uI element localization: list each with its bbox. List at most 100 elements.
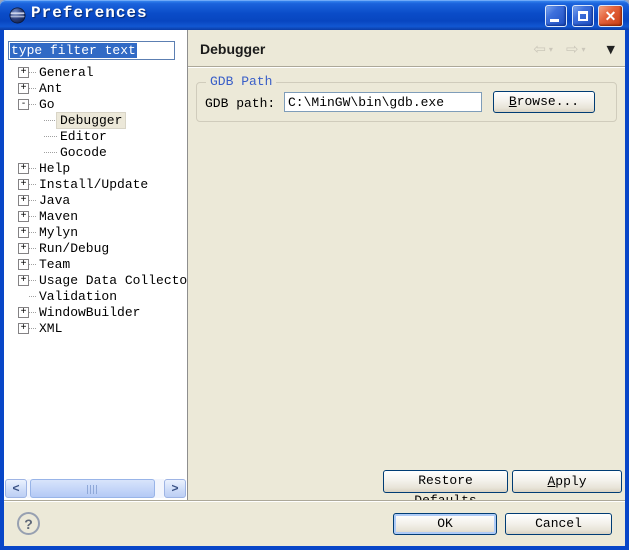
expand-icon[interactable]: +	[18, 83, 29, 94]
group-title: GDB Path	[206, 74, 276, 90]
browse-button[interactable]: Browse...	[493, 91, 595, 113]
nav-forward-icon[interactable]: ⇨	[566, 41, 579, 57]
tree-item-label: Debugger	[57, 113, 125, 128]
tree-item-label: Team	[36, 257, 73, 272]
tree-item-label: WindowBuilder	[36, 305, 143, 320]
scrollbar-thumb[interactable]	[30, 479, 155, 498]
nav-back-icon[interactable]: ⇦	[533, 41, 546, 57]
eclipse-logo-icon	[9, 7, 26, 24]
tree-item-label: Install/Update	[36, 177, 151, 192]
tree-connector	[29, 104, 36, 105]
expand-icon[interactable]: +	[18, 243, 29, 254]
tree-item-label: General	[36, 65, 97, 80]
tree-item-label: Mylyn	[36, 225, 81, 240]
tree-item-xml[interactable]: + XML	[4, 320, 187, 336]
title-bar[interactable]: Preferences ✕	[0, 0, 629, 30]
tree-connector	[29, 296, 36, 297]
maximize-button[interactable]	[572, 5, 594, 27]
tree-item-label: XML	[36, 321, 65, 336]
tree-item-mylyn[interactable]: + Mylyn	[4, 224, 187, 240]
cancel-button[interactable]: Cancel	[505, 513, 612, 535]
expand-icon[interactable]: +	[18, 67, 29, 78]
tree-connector	[29, 280, 36, 281]
tree-connector	[29, 88, 36, 89]
horizontal-scrollbar[interactable]: < >	[5, 478, 186, 498]
tree-item-editor[interactable]: Editor	[4, 128, 187, 144]
tree-item-label: Editor	[57, 129, 110, 144]
nav-forward-dropdown-icon[interactable]: ▾	[582, 45, 586, 54]
help-icon: ?	[24, 516, 33, 532]
tree-connector	[44, 120, 57, 121]
help-button[interactable]: ?	[17, 512, 40, 535]
expand-icon[interactable]: +	[18, 275, 29, 286]
preference-page: Debugger ⇦ ▾ ⇨ ▾ ▼ GDB Path GDB path: Br…	[188, 30, 625, 500]
filter-input[interactable]: type filter text	[8, 41, 175, 60]
ok-button[interactable]: OK	[393, 513, 497, 535]
preferences-dialog: Preferences ✕ type filter text +General+…	[0, 0, 629, 550]
tree-item-maven[interactable]: + Maven	[4, 208, 187, 224]
tree-item-label: Maven	[36, 209, 81, 224]
tree-item-label: Run/Debug	[36, 241, 112, 256]
expand-icon[interactable]: +	[18, 179, 29, 190]
scrollbar-grip-icon	[87, 485, 99, 494]
scrollbar-track[interactable]	[27, 479, 164, 498]
filter-text: type filter text	[10, 43, 137, 58]
tree-item-windowbuilder[interactable]: + WindowBuilder	[4, 304, 187, 320]
tree-connector	[29, 216, 36, 217]
tree-connector	[29, 264, 36, 265]
tree-item-java[interactable]: +Java	[4, 192, 187, 208]
tree-leaf-spacer	[18, 291, 29, 302]
browse-label: rowse...	[517, 94, 579, 109]
view-menu-icon[interactable]: ▼	[607, 43, 615, 56]
dialog-button-bar: ? OK Cancel	[4, 500, 625, 546]
tree-item-label: Usage Data Collector	[36, 273, 198, 288]
expand-icon[interactable]: +	[18, 211, 29, 222]
close-button[interactable]: ✕	[598, 5, 623, 27]
apply-button[interactable]: Apply	[512, 470, 622, 493]
expand-icon[interactable]: +	[18, 195, 29, 206]
page-navigation: ⇦ ▾ ⇨ ▾ ▼	[533, 41, 615, 57]
expand-icon[interactable]: +	[18, 259, 29, 270]
tree-item-general[interactable]: + General	[4, 64, 187, 80]
expand-icon[interactable]: +	[18, 323, 29, 334]
tree-connector	[44, 136, 57, 137]
gdb-path-input[interactable]	[284, 92, 482, 112]
expand-icon[interactable]: +	[18, 227, 29, 238]
scroll-right-icon[interactable]: >	[164, 479, 186, 498]
scroll-left-icon[interactable]: <	[5, 479, 27, 498]
tree-item-usage-data-collector[interactable]: +Usage Data Collector	[4, 272, 187, 288]
tree-item-team[interactable]: + Team	[4, 256, 187, 272]
window-title: Preferences	[31, 4, 148, 22]
tree-connector	[44, 152, 57, 153]
browse-label-underline: B	[509, 94, 517, 109]
tree-item-label: Validation	[36, 289, 120, 304]
apply-label: pply	[555, 474, 586, 489]
minimize-icon	[550, 19, 559, 22]
tree-item-label: Ant	[36, 81, 65, 96]
tree-item-gocode[interactable]: Gocode	[4, 144, 187, 160]
collapse-icon[interactable]: -	[18, 99, 29, 110]
tree-item-help[interactable]: + Help	[4, 160, 187, 176]
tree-connector	[29, 328, 36, 329]
restore-label-pre: Restore	[418, 473, 473, 488]
close-icon: ✕	[605, 8, 617, 24]
tree-connector	[29, 72, 36, 73]
gdb-path-label: GDB path:	[205, 96, 275, 111]
tree-connector	[29, 184, 36, 185]
expand-icon[interactable]: +	[18, 163, 29, 174]
tree-item-label: Help	[36, 161, 73, 176]
tree-item-validation[interactable]: Validation	[4, 288, 187, 304]
minimize-button[interactable]	[545, 5, 567, 27]
preferences-sidebar: type filter text + General + Ant-GoDebugger…	[4, 30, 188, 500]
nav-back-dropdown-icon[interactable]: ▾	[549, 45, 553, 54]
tree-item-go[interactable]: -Go	[4, 96, 187, 112]
tree-connector	[29, 168, 36, 169]
tree-item-install-update[interactable]: + Install/Update	[4, 176, 187, 192]
restore-defaults-button[interactable]: Restore Defaults	[383, 470, 508, 493]
tree-item-debugger[interactable]: Debugger	[4, 112, 187, 128]
expand-icon[interactable]: +	[18, 307, 29, 318]
tree-item-ant[interactable]: + Ant	[4, 80, 187, 96]
tree-connector	[29, 248, 36, 249]
header-separator	[188, 66, 625, 68]
tree-item-run-debug[interactable]: + Run/Debug	[4, 240, 187, 256]
